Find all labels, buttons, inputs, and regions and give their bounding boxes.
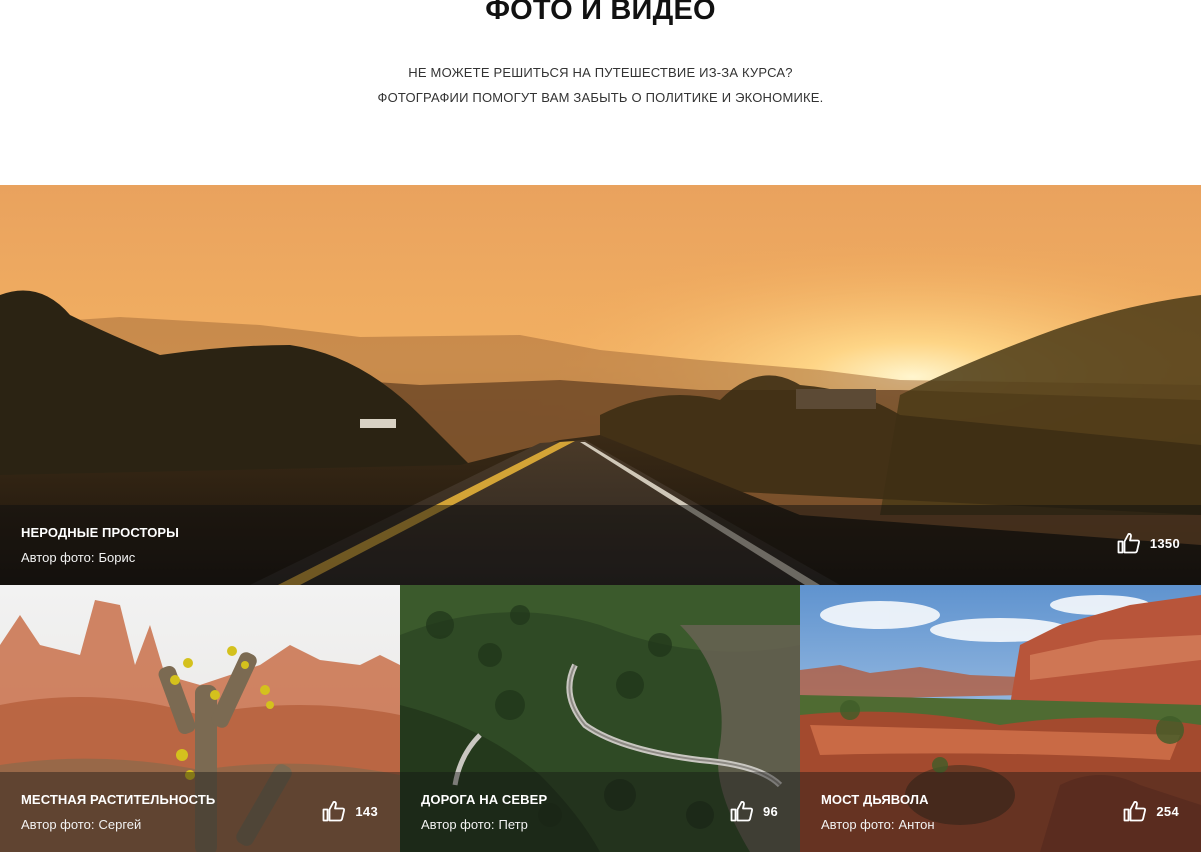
photo-card-vegetation[interactable]: МЕСТНАЯ РАСТИТЕЛЬНОСТЬ Автор фото: Сергей…	[0, 585, 400, 852]
like-count: 143	[355, 803, 378, 819]
author-label: Автор фото:	[21, 550, 95, 565]
author-name: Сергей	[98, 817, 142, 832]
author-name: Петр	[498, 817, 528, 832]
subtitle-line-1: НЕ МОЖЕТЕ РЕШИТЬСЯ НА ПУТЕШЕСТВИЕ ИЗ-ЗА …	[408, 65, 793, 80]
photo-caption-bar: МЕСТНАЯ РАСТИТЕЛЬНОСТЬ Автор фото: Сергей…	[0, 772, 400, 852]
photo-caption-bar: ДОРОГА НА СЕВЕР Автор фото: Петр 96	[400, 772, 800, 852]
photo-title[interactable]: МЕСТНАЯ РАСТИТЕЛЬНОСТЬ	[21, 792, 215, 807]
thumbs-up-icon	[730, 801, 753, 822]
thumbs-up-icon	[1117, 533, 1140, 554]
like-button[interactable]: 96	[730, 800, 778, 822]
photo-card-road-north[interactable]: ДОРОГА НА СЕВЕР Автор фото: Петр 96	[400, 585, 800, 852]
like-count: 254	[1156, 803, 1179, 819]
section-header: ФОТО И ВИДЕО НЕ МОЖЕТЕ РЕШИТЬСЯ НА ПУТЕШ…	[0, 0, 1201, 185]
section-subtitle: НЕ МОЖЕТЕ РЕШИТЬСЯ НА ПУТЕШЕСТВИЕ ИЗ-ЗА …	[0, 60, 1201, 110]
author-name: Антон	[898, 817, 935, 832]
photo-card-devils-bridge[interactable]: МОСТ ДЬЯВОЛА Автор фото: Антон 254	[800, 585, 1201, 852]
photo-author: Автор фото: Сергей	[21, 817, 141, 832]
photo-title[interactable]: НЕРОДНЫЕ ПРОСТОРЫ	[21, 525, 179, 540]
photo-author: Автор фото: Антон	[821, 817, 935, 832]
photo-author: Автор фото: Петр	[421, 817, 528, 832]
thumbs-up-icon	[1124, 801, 1147, 822]
like-count: 1350	[1149, 535, 1180, 551]
section-title: ФОТО И ВИДЕО	[485, 0, 716, 26]
like-count: 96	[762, 803, 778, 819]
like-button[interactable]: 1350	[1117, 532, 1180, 554]
like-button[interactable]: 143	[322, 800, 378, 822]
author-label: Автор фото:	[21, 817, 95, 832]
like-button[interactable]: 254	[1123, 800, 1179, 822]
photo-card-hero[interactable]: НЕРОДНЫЕ ПРОСТОРЫ Автор фото: Борис 1350	[0, 185, 1201, 585]
thumbs-up-icon	[323, 801, 346, 822]
subtitle-line-2: ФОТОГРАФИИ ПОМОГУТ ВАМ ЗАБЫТЬ О ПОЛИТИКЕ…	[377, 90, 824, 105]
author-label: Автор фото:	[821, 817, 895, 832]
photo-title[interactable]: МОСТ ДЬЯВОЛА	[821, 792, 929, 807]
author-label: Автор фото:	[421, 817, 495, 832]
photo-author: Автор фото: Борис	[21, 550, 135, 565]
photo-caption-bar: НЕРОДНЫЕ ПРОСТОРЫ Автор фото: Борис 1350	[0, 505, 1201, 585]
author-name: Борис	[98, 550, 136, 565]
photo-title[interactable]: ДОРОГА НА СЕВЕР	[421, 792, 547, 807]
photo-caption-bar: МОСТ ДЬЯВОЛА Автор фото: Антон 254	[800, 772, 1201, 852]
